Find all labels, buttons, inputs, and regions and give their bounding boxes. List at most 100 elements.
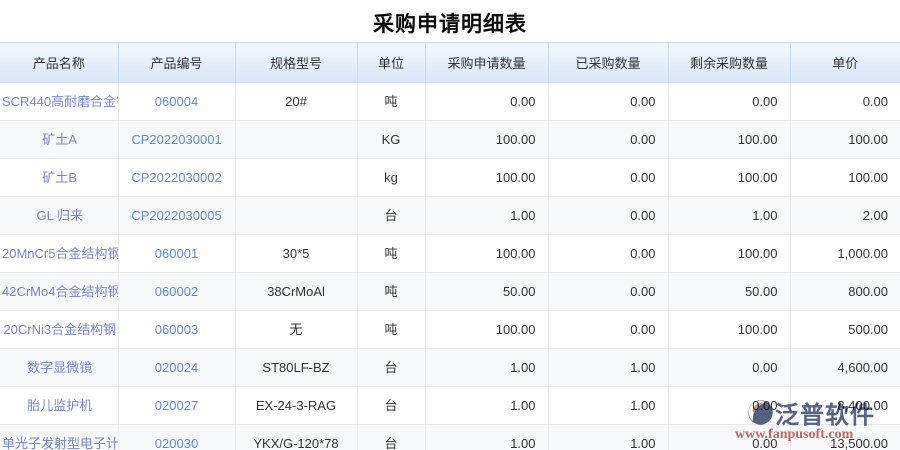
cell-code[interactable]: 020024: [119, 349, 235, 386]
header-cell-qty-requested: 采购申请数量: [425, 42, 549, 83]
cell-code[interactable]: CP2022030002: [119, 159, 235, 196]
cell-qty_requested: 50.00: [502, 284, 536, 299]
cell-unit: kg: [384, 170, 398, 185]
cell-unit_price: 800.00: [848, 284, 888, 299]
cell-code[interactable]: 060003: [119, 311, 235, 348]
cell-qty_remaining: 100.00: [737, 322, 778, 337]
cell-unit_price: 2.00: [862, 208, 888, 223]
cell-code[interactable]: 020027: [119, 387, 235, 424]
cell-qty_purchased: 0.00: [630, 284, 656, 299]
cell-qty_purchased: 0.00: [630, 170, 656, 185]
header-cell-unit: 单位: [357, 42, 426, 83]
cell-unit: 台: [384, 398, 398, 413]
cell-spec: [236, 121, 357, 158]
cell-name[interactable]: 42CrMo4合金结构钢: [0, 273, 117, 310]
table-row[interactable]: 数字显微镜 020024 ST80LF-BZ 台 1.00 1.00 0.00 4,600.0…: [0, 348, 900, 387]
cell-qty_requested: 100.00: [495, 322, 536, 337]
cell-qty_remaining: 50.00: [744, 284, 778, 299]
table-row[interactable]: 矿土B CP2022030002 kg 100.00 0.00 100.00 100.00: [0, 158, 900, 197]
cell-qty_remaining: 100.00: [737, 246, 778, 261]
header-cell-qty-remaining: 剩余采购数量: [668, 42, 791, 83]
cell-unit_price: 0.00: [862, 94, 888, 109]
table-row[interactable]: 20MnCr5合金结构钢 060001 30*5 吨 100.00 0.00 100.00 1…: [0, 234, 900, 273]
header-cell-product-name: 产品名称: [0, 42, 119, 83]
cell-spec: [236, 159, 357, 196]
cell-qty_remaining: 0.00: [752, 436, 778, 450]
cell-unit: 台: [384, 436, 398, 450]
table-row[interactable]: GL 归来 CP2022030005 台 1.00 0.00 1.00 2.00: [0, 196, 900, 235]
cell-qty_purchased: 0.00: [630, 94, 656, 109]
cell-qty_requested: 1.00: [510, 208, 536, 223]
cell-qty_purchased: 0.00: [630, 132, 656, 147]
table-row[interactable]: 胎儿监护机 020027 EX-24-3-RAG 台 1.00 1.00 0.00 8,400…: [0, 386, 900, 425]
cell-unit_price: 13,500.00: [830, 436, 888, 450]
cell-qty_remaining: 0.00: [752, 94, 778, 109]
cell-name[interactable]: 20MnCr5合金结构钢: [0, 235, 117, 272]
header-cell-qty-purchased: 已采购数量: [548, 42, 669, 83]
cell-qty_purchased: 1.00: [630, 398, 656, 413]
header-cell-unit-price: 单价: [790, 42, 900, 83]
cell-code[interactable]: CP2022030001: [119, 121, 235, 158]
cell-code[interactable]: 060004: [119, 83, 235, 120]
cell-unit: 台: [384, 208, 398, 223]
cell-unit: KG: [381, 132, 401, 147]
cell-unit: 吨: [384, 284, 398, 299]
cell-qty_requested: 1.00: [510, 398, 536, 413]
cell-name[interactable]: 胎儿监护机: [0, 387, 117, 424]
cell-spec: [236, 197, 357, 234]
cell-spec: YKX/G-120*78: [253, 436, 339, 450]
cell-unit: 吨: [384, 94, 398, 109]
table-row[interactable]: 单光子发射型电子计算机020030 YKX/G-120*78 台 1.00 1.00 0.…: [0, 424, 900, 450]
cell-spec: 20#: [285, 94, 307, 109]
cell-code[interactable]: 020030: [119, 425, 235, 450]
cell-code[interactable]: 060001: [119, 235, 235, 272]
cell-qty_requested: 100.00: [495, 170, 536, 185]
cell-unit_price: 100.00: [848, 170, 888, 185]
cell-qty_remaining: 100.00: [737, 170, 778, 185]
cell-qty_purchased: 1.00: [630, 436, 656, 450]
header-cell-spec-model: 规格型号: [235, 42, 358, 83]
cell-qty_purchased: 0.00: [630, 246, 656, 261]
cell-qty_requested: 0.00: [510, 94, 536, 109]
cell-spec: 38CrMoAl: [267, 284, 325, 299]
cell-name[interactable]: 矿土B: [0, 159, 117, 196]
cell-code[interactable]: 060002: [119, 273, 235, 310]
cell-unit: 吨: [384, 322, 398, 337]
table-row[interactable]: 矿土A CP2022030001 KG 100.00 0.00 100.00 100.00: [0, 120, 900, 159]
table-row[interactable]: SCR440高耐磨合金钢 060004 20# 吨 0.00 0.00 0.00 0.00: [0, 82, 900, 121]
cell-qty_requested: 1.00: [510, 360, 536, 375]
cell-qty_purchased: 0.00: [630, 322, 656, 337]
cell-spec: 无: [289, 322, 303, 337]
cell-qty_requested: 100.00: [495, 246, 536, 261]
cell-unit: 吨: [384, 246, 398, 261]
cell-spec: ST80LF-BZ: [262, 360, 330, 375]
cell-name[interactable]: GL 归来: [0, 197, 117, 234]
cell-qty_requested: 100.00: [495, 132, 536, 147]
page-title: 采购申请明细表: [373, 13, 527, 36]
cell-name[interactable]: 单光子发射型电子计算机: [0, 425, 117, 450]
table-header-row: 产品名称 产品编号 规格型号 单位 采购申请数量 已采购数量 剩余采购数量 单价: [0, 42, 900, 83]
cell-unit: 台: [384, 360, 398, 375]
table-body: SCR440高耐磨合金钢 060004 20# 吨 0.00 0.00 0.00 0.00 矿土…: [0, 82, 900, 450]
cell-name[interactable]: 20CrNi3合金结构钢: [0, 311, 117, 348]
cell-unit_price: 100.00: [848, 132, 888, 147]
cell-spec: EX-24-3-RAG: [255, 398, 337, 413]
cell-qty_remaining: 0.00: [752, 398, 778, 413]
cell-qty_purchased: 1.00: [630, 360, 656, 375]
table-row[interactable]: 20CrNi3合金结构钢 060003 无 吨 100.00 0.00 100.00 500.…: [0, 310, 900, 349]
cell-qty_purchased: 0.00: [630, 208, 656, 223]
cell-name[interactable]: SCR440高耐磨合金钢: [0, 83, 117, 120]
cell-unit_price: 1,000.00: [837, 246, 888, 261]
cell-spec: 30*5: [282, 246, 310, 261]
cell-unit_price: 8,400.00: [837, 398, 888, 413]
cell-qty_requested: 1.00: [510, 436, 536, 450]
cell-qty_remaining: 1.00: [752, 208, 778, 223]
cell-qty_remaining: 0.00: [752, 360, 778, 375]
cell-code[interactable]: CP2022030005: [119, 197, 235, 234]
cell-name[interactable]: 数字显微镜: [0, 349, 117, 386]
cell-qty_remaining: 100.00: [737, 132, 778, 147]
cell-name[interactable]: 矿土A: [0, 121, 117, 158]
cell-unit_price: 500.00: [848, 322, 888, 337]
header-cell-product-code: 产品编号: [118, 42, 236, 83]
table-row[interactable]: 42CrMo4合金结构钢 060002 38CrMoAl 吨 50.00 0.00 50.0…: [0, 272, 900, 311]
